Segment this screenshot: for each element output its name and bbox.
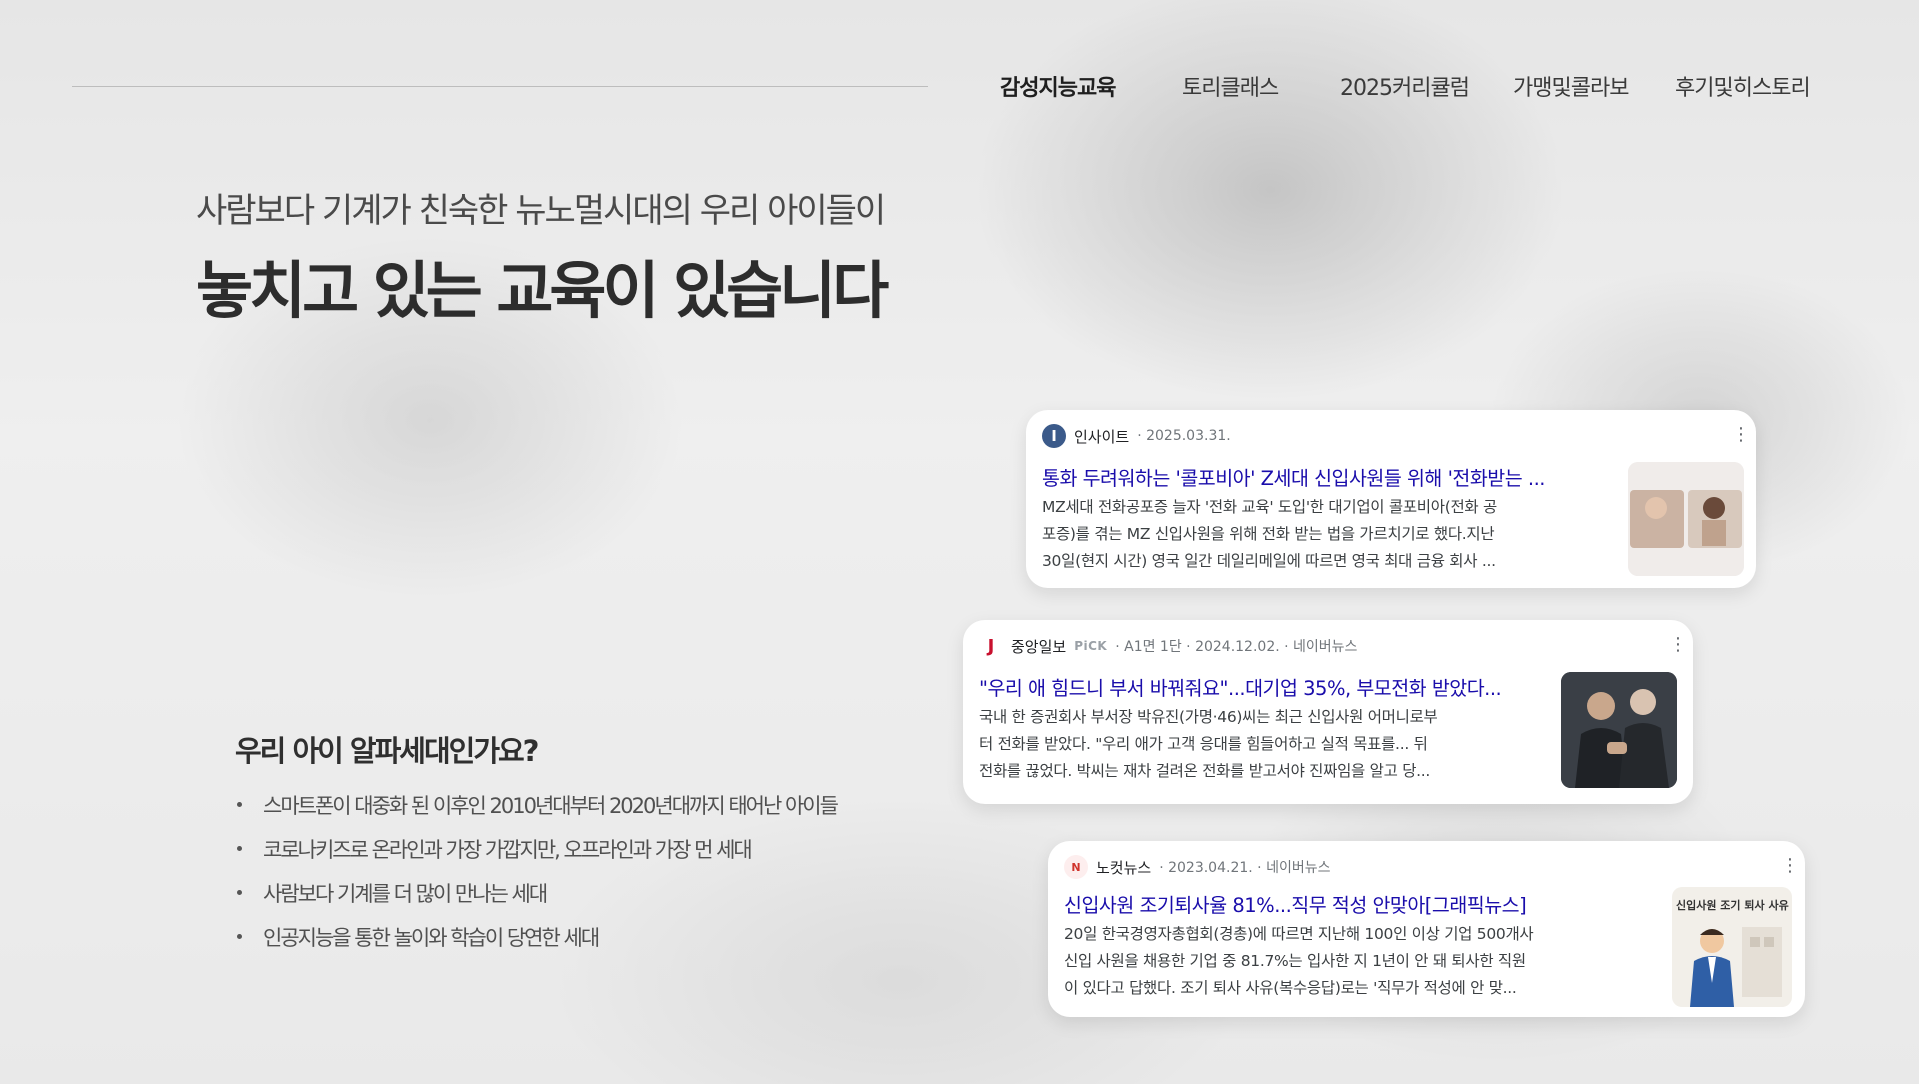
- snippet-line: MZ세대 전화공포증 늘자 '전화 교육' 도입'한 대기업이 콜포비아(전화 …: [1042, 498, 1497, 516]
- snippet-line: 국내 한 증권회사 부서장 박유진(가명·46)씨는 최근 신입사원 어머니로부: [979, 708, 1438, 726]
- news-title-link[interactable]: 신입사원 조기퇴사율 81%...직무 적성 안맞아[그래픽뉴스]: [1064, 889, 1654, 918]
- snippet-line: 30일(현지 시간) 영국 일간 데일리메일에 따르면 영국 최대 금융 회사 …: [1042, 552, 1496, 570]
- nav-item-franchise[interactable]: 가맹및콜라보: [1513, 70, 1629, 102]
- news-source: J 중앙일보 PiCK · A1면 1단 · 2024.12.02. · 네이버…: [979, 633, 1357, 659]
- news-source-name: 중앙일보: [1011, 637, 1067, 656]
- hero-headline: 놓치고 있는 교육이 있습니다: [196, 254, 889, 327]
- news-card[interactable]: J 중앙일보 PiCK · A1면 1단 · 2024.12.02. · 네이버…: [963, 620, 1693, 804]
- snippet-line: 전화를 끊었다. 박씨는 재차 걸려온 전화를 받고서야 진짜임을 알고 당..…: [979, 762, 1431, 780]
- alpha-section-title: 우리 아이 알파세대인가요?: [235, 734, 539, 768]
- snippet-line: 터 전화를 받았다. "우리 애가 고객 응대를 힘들어하고 실적 목표를...…: [979, 735, 1428, 753]
- nav-item-emotional-intelligence[interactable]: 감성지능교육: [1000, 70, 1116, 102]
- thumbnail-image: [1628, 462, 1744, 576]
- news-source-name: 인사이트: [1074, 427, 1130, 446]
- alpha-bullet: 코로나키즈로 온라인과 가장 가깝지만, 오프라인과 가장 먼 세대: [235, 834, 837, 878]
- news-title-link[interactable]: 통화 두려워하는 '콜포비아' Z세대 신입사원들 위해 '전화받는 ...: [1042, 462, 1602, 491]
- nav-item-tori-class[interactable]: 토리클래스: [1182, 70, 1279, 102]
- news-snippet: 국내 한 증권회사 부서장 박유진(가명·46)씨는 최근 신입사원 어머니로부…: [979, 704, 1554, 785]
- joongang-logo-icon: J: [979, 634, 1003, 658]
- news-meta: · 2023.04.21. · 네이버뉴스: [1159, 860, 1331, 876]
- more-vert-icon[interactable]: ⋮: [1781, 855, 1799, 876]
- hero-subhead: 사람보다 기계가 친숙한 뉴노멀시대의 우리 아이들이: [196, 191, 886, 231]
- news-source-name: 노컷뉴스: [1096, 858, 1152, 877]
- snippet-line: 신입 사원을 채용한 기업 중 81.7%는 입사한 지 1년이 안 돼 퇴사한…: [1064, 952, 1526, 970]
- news-card[interactable]: I 인사이트 · 2025.03.31. ⋮ 통화 두려워하는 '콜포비아' Z…: [1026, 410, 1756, 588]
- news-thumbnail[interactable]: 신입사원 조기 퇴사 사유: [1672, 887, 1792, 1007]
- snippet-line: 20일 한국경영자총협회(경총)에 따르면 지난해 100인 이상 기업 500…: [1064, 925, 1534, 943]
- more-vert-icon[interactable]: ⋮: [1732, 424, 1750, 445]
- news-source: N 노컷뉴스 · 2023.04.21. · 네이버뉴스: [1064, 854, 1330, 880]
- news-thumbnail[interactable]: [1561, 672, 1677, 788]
- news-title-link[interactable]: "우리 애 힘드니 부서 바꿔줘요"...대기업 35%, 부모전화 받았다..…: [979, 672, 1549, 701]
- thumbnail-image: [1690, 927, 1782, 1007]
- news-thumbnail[interactable]: [1628, 462, 1744, 576]
- news-meta: · A1면 1단 · 2024.12.02. · 네이버뉴스: [1115, 639, 1358, 655]
- main-nav: 감성지능교육 토리클래스 2025커리큘럼 가맹및콜라보 후기및히스토리: [0, 70, 1919, 106]
- more-vert-icon[interactable]: ⋮: [1669, 634, 1687, 655]
- alpha-bullet: 인공지능을 통한 놀이와 학습이 당연한 세대: [235, 922, 837, 966]
- insight-logo-icon: I: [1042, 424, 1066, 448]
- snippet-line: 포증)를 겪는 MZ 신입사원을 위해 전화 받는 법을 가르치기로 했다.지난: [1042, 525, 1495, 543]
- nocut-logo-icon: N: [1064, 855, 1088, 879]
- news-snippet: MZ세대 전화공포증 늘자 '전화 교육' 도입'한 대기업이 콜포비아(전화 …: [1042, 494, 1622, 575]
- news-snippet: 20일 한국경영자총협회(경총)에 따르면 지난해 100인 이상 기업 500…: [1064, 921, 1654, 1002]
- news-card[interactable]: N 노컷뉴스 · 2023.04.21. · 네이버뉴스 ⋮ 신입사원 조기퇴사…: [1048, 841, 1805, 1017]
- pick-badge: PiCK: [1074, 639, 1108, 653]
- thumbnail-image: [1561, 672, 1677, 788]
- nav-item-curriculum[interactable]: 2025커리큘럼: [1340, 70, 1470, 102]
- alpha-bullet: 스마트폰이 대중화 된 이후인 2010년대부터 2020년대까지 태어난 아이…: [235, 790, 839, 834]
- news-source: I 인사이트 · 2025.03.31.: [1042, 423, 1231, 449]
- news-meta: · 2025.03.31.: [1137, 428, 1231, 444]
- alpha-bullet: 사람보다 기계를 더 많이 만나는 세대: [235, 878, 837, 922]
- alpha-bullet-list: 스마트폰이 대중화 된 이후인 2010년대부터 2020년대까지 태어난 아이…: [235, 790, 839, 966]
- snippet-line: 이 있다고 답했다. 조기 퇴사 사유(복수응답)로는 '직무가 적성에 안 맞…: [1064, 979, 1517, 997]
- nav-item-reviews[interactable]: 후기및히스토리: [1675, 70, 1811, 102]
